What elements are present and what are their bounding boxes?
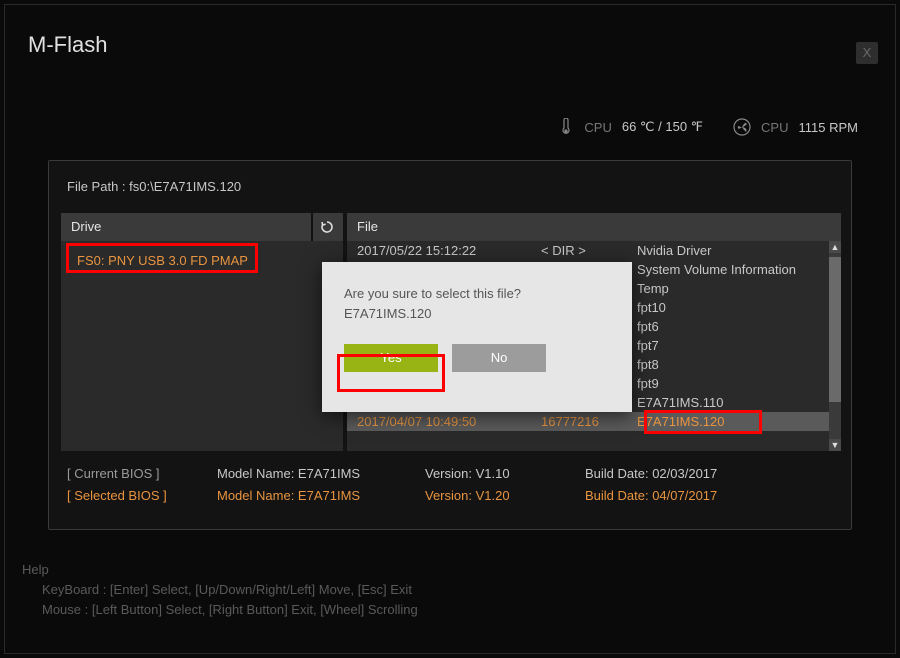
confirm-dialog: Are you sure to select this file? E7A71I… — [322, 262, 632, 412]
selected-bios-row: [ Selected BIOS ] Model Name: E7A71IMS V… — [67, 485, 765, 507]
file-name: Nvidia Driver — [637, 241, 841, 260]
build-date: Build Date: 02/03/2017 — [585, 463, 765, 485]
status-bar: CPU 66 ℃ / 150 ℉ CPU 1115 RPM — [558, 118, 858, 136]
file-name: fpt10 — [637, 298, 841, 317]
file-row[interactable]: 2017/04/07 10:49:5016777216E7A71IMS.120 — [347, 412, 841, 431]
model-name: Model Name: E7A71IMS — [217, 485, 395, 507]
cpu-temp-label: CPU — [584, 120, 611, 135]
file-date: 2017/04/07 10:49:50 — [347, 412, 541, 431]
scrollbar[interactable]: ▲ ▼ — [829, 241, 841, 451]
help-mouse: Mouse : [Left Button] Select, [Right But… — [42, 600, 418, 620]
bios-info: [ Current BIOS ] Model Name: E7A71IMS Ve… — [67, 463, 765, 507]
build-date: Build Date: 04/07/2017 — [585, 485, 765, 507]
close-button[interactable]: X — [856, 42, 878, 64]
file-size: 16777216 — [541, 412, 637, 431]
file-name: fpt8 — [637, 355, 841, 374]
help-section: Help KeyBoard : [Enter] Select, [Up/Down… — [22, 560, 418, 620]
file-name: fpt6 — [637, 317, 841, 336]
fan-icon — [733, 118, 751, 136]
file-name: E7A71IMS.120 — [637, 412, 841, 431]
file-header: File — [347, 213, 841, 241]
file-row[interactable]: 2017/05/22 15:12:22< DIR >Nvidia Driver — [347, 241, 841, 260]
drive-header: Drive — [61, 213, 343, 241]
current-bios-row: [ Current BIOS ] Model Name: E7A71IMS Ve… — [67, 463, 765, 485]
file-name: fpt7 — [637, 336, 841, 355]
version: Version: V1.20 — [425, 485, 555, 507]
scroll-up-icon[interactable]: ▲ — [829, 241, 841, 253]
scroll-thumb[interactable] — [829, 257, 841, 402]
refresh-icon — [319, 219, 335, 235]
cpu-fan-value: 1115 RPM — [799, 120, 859, 135]
cpu-temp-value: 66 ℃ / 150 ℉ — [622, 119, 703, 135]
scroll-down-icon[interactable]: ▼ — [829, 439, 841, 451]
version: Version: V1.10 — [425, 463, 555, 485]
selected-bios-label: [ Selected BIOS ] — [67, 485, 187, 507]
app-title: M-Flash — [28, 32, 107, 58]
current-bios-label: [ Current BIOS ] — [67, 463, 187, 485]
dialog-line1: Are you sure to select this file? — [344, 284, 610, 304]
dialog-line2: E7A71IMS.120 — [344, 304, 610, 324]
file-name: fpt9 — [637, 374, 841, 393]
help-keyboard: KeyBoard : [Enter] Select, [Up/Down/Righ… — [42, 580, 418, 600]
thermometer-icon — [558, 118, 574, 136]
model-name: Model Name: E7A71IMS — [217, 463, 395, 485]
drive-item[interactable]: FS0: PNY USB 3.0 FD PMAP — [71, 249, 254, 272]
file-date: 2017/05/22 15:12:22 — [347, 241, 541, 260]
help-title: Help — [22, 560, 418, 580]
yes-button[interactable]: Yes — [344, 344, 438, 372]
file-name: System Volume Information — [637, 260, 841, 279]
drive-list: FS0: PNY USB 3.0 FD PMAP — [61, 241, 343, 451]
file-size: < DIR > — [541, 241, 637, 260]
dialog-buttons: Yes No — [344, 344, 610, 372]
dialog-text: Are you sure to select this file? E7A71I… — [344, 284, 610, 324]
cpu-fan-label: CPU — [761, 120, 788, 135]
no-button[interactable]: No — [452, 344, 546, 372]
file-path: File Path : fs0:\E7A71IMS.120 — [67, 179, 241, 194]
file-name: Temp — [637, 279, 841, 298]
file-name: E7A71IMS.110 — [637, 393, 841, 412]
refresh-button[interactable] — [311, 213, 341, 241]
